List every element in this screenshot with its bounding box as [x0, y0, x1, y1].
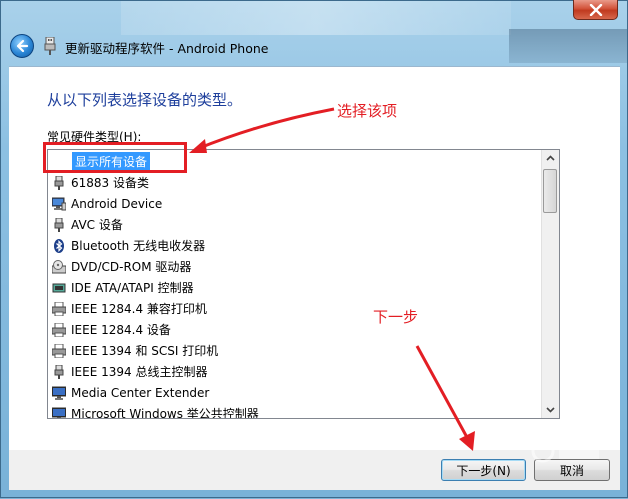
arrow-to-selection [196, 107, 335, 151]
watermark-logo-icon [531, 438, 599, 463]
dialog-window: 更新驱动程序软件 - Android Phone 从以下列表选择设备的类型。 常… [0, 0, 628, 498]
arrow-to-next-button [415, 345, 471, 442]
arrowhead-selection [189, 139, 207, 153]
arrowhead-next [459, 431, 475, 451]
annotation-arrows [189, 107, 475, 451]
